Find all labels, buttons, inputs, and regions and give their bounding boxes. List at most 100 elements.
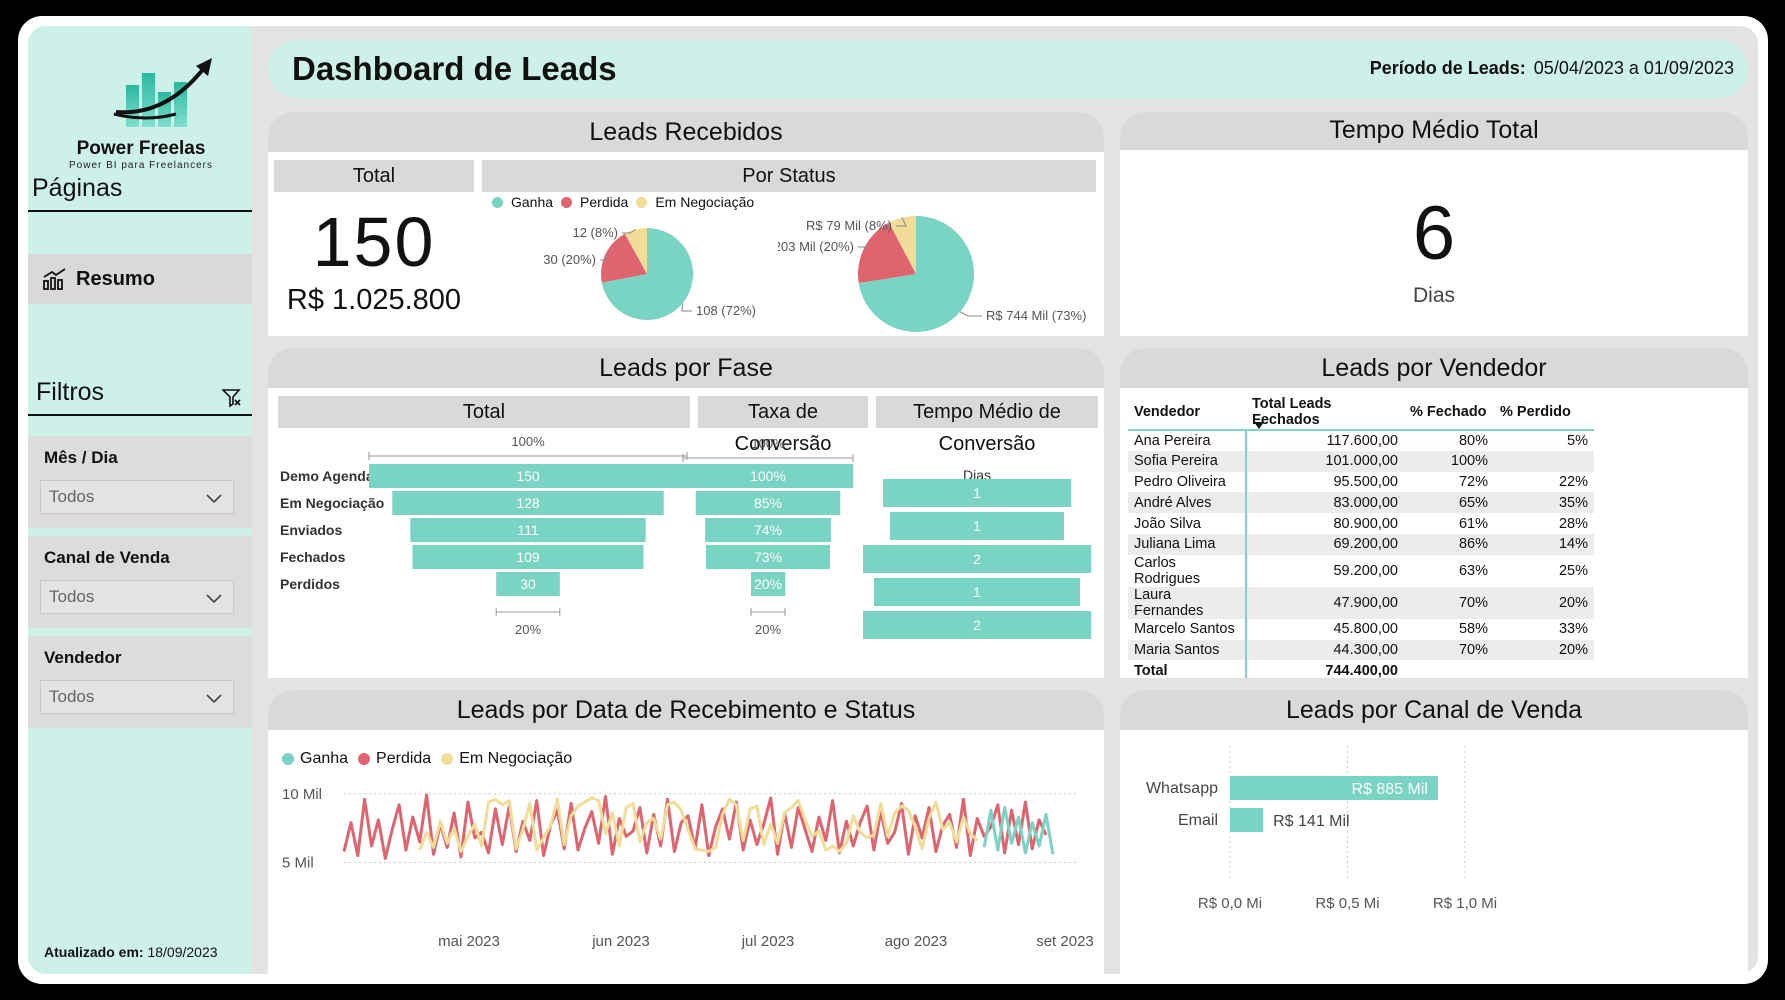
- divider: [28, 414, 252, 416]
- table-cell: 22%: [1558, 473, 1588, 490]
- table-cell: João Silva: [1128, 513, 1247, 534]
- funnel-data-label: 150: [516, 468, 540, 484]
- total-count: 150: [312, 203, 436, 281]
- y-tick-label: 10 Mil: [282, 786, 322, 803]
- page-title: Dashboard de Leads: [292, 50, 617, 87]
- funnel-data-label: 2: [973, 551, 981, 567]
- total-value: 744.400,00: [1325, 662, 1398, 678]
- sidebar: Power Freelas Power BI para Freelancers …: [28, 26, 252, 974]
- pie-data-label: R$ 744 Mil (73%): [986, 308, 1086, 323]
- table-cell: 58%: [1458, 621, 1488, 638]
- funnel-data-label: 74%: [754, 522, 782, 538]
- filter-label: Mês / Dia: [44, 448, 118, 467]
- table-row[interactable]: Carlos Rodrigues 59.200,00 63% 25%: [1128, 554, 1594, 587]
- card-title: Leads por Vendedor: [1120, 348, 1748, 388]
- table-cell: 20%: [1494, 639, 1594, 661]
- card-leads-por-canal: Leads por Canal de Venda R$ 0,0 Mi R$ 0,5…: [1120, 690, 1748, 974]
- table-cell: Carlos Rodrigues: [1128, 554, 1247, 587]
- table-cell: 61%: [1458, 515, 1488, 532]
- card-title: Tempo Médio Total: [1120, 112, 1748, 150]
- x-tick-label: R$ 0,0 Mi: [1198, 895, 1262, 912]
- fase-total-subheader: Total: [278, 396, 690, 428]
- mes-dia-dropdown[interactable]: Todos: [40, 480, 234, 514]
- table-cell: 83.000,00: [1246, 492, 1404, 514]
- x-tick-label: ago 2023: [885, 933, 948, 950]
- table-cell: 86%: [1404, 533, 1494, 555]
- pie-data-label: 12 (8%): [572, 225, 618, 240]
- card-leads-por-data: Leads por Data de Recebimento e Status G…: [268, 690, 1104, 974]
- funnel-data-label: 73%: [754, 549, 782, 565]
- card-title: Leads por Data de Recebimento e Status: [268, 690, 1104, 730]
- funnel-data-label: 1: [973, 518, 981, 534]
- periodo-label: Período de Leads:: [1369, 58, 1526, 78]
- table-row[interactable]: Laura Fernandes 47.900,00 70% 20%: [1128, 586, 1594, 619]
- col-pct-perdido[interactable]: % Perdido: [1494, 394, 1594, 431]
- pie-data-label: 30 (20%): [543, 252, 596, 267]
- divider: [28, 210, 252, 212]
- funnel-top-label: 100%: [511, 434, 545, 449]
- filter-label: Canal de Venda: [44, 548, 170, 567]
- table-row[interactable]: João Silva 80.900,00 61% 28%: [1128, 513, 1594, 534]
- col-total-leads[interactable]: Total Leads Fechados: [1246, 394, 1404, 431]
- pie-chart-value: R$ 744 Mil (73%) R$ 203 Mil (20%) R$ 79 Mi…: [778, 216, 1086, 332]
- funnel-data-label: 1: [973, 485, 981, 501]
- updated-at: Atualizado em: 18/09/2023: [44, 944, 218, 960]
- x-tick-label: jul 2023: [741, 933, 795, 950]
- funnel-data-label: 111: [517, 522, 538, 538]
- legend-dot-negociacao: [636, 196, 648, 208]
- funnel-top-label: 100%: [751, 436, 785, 451]
- pie-leader-line: [959, 311, 982, 317]
- window-frame: Power Freelas Power BI para Freelancers …: [18, 16, 1768, 984]
- x-tick-label: mai 2023: [438, 933, 500, 950]
- table-row[interactable]: Ana Pereira 117.600,00 80% 5%: [1128, 430, 1594, 451]
- funnel-data-label: 85%: [754, 495, 782, 511]
- funnel-bottom-label: 20%: [515, 622, 541, 637]
- table-cell: 28%: [1558, 515, 1588, 532]
- legend-dot-ganha: [492, 196, 503, 208]
- col-pct-fechado[interactable]: % Fechado: [1404, 394, 1494, 431]
- table-row[interactable]: Pedro Oliveira 95.500,00 72% 22%: [1128, 471, 1594, 493]
- canal-bar-chart: R$ 0,0 Mi R$ 0,5 Mi R$ 1,0 Mi Whatsapp R$ 88…: [1146, 746, 1497, 912]
- chevron-down-icon: [206, 494, 222, 504]
- funnel-category-label: Enviados: [280, 522, 342, 538]
- table-cell: 63%: [1458, 562, 1488, 579]
- funnel-category-label: Fechados: [280, 549, 346, 565]
- canal-venda-dropdown[interactable]: Todos: [40, 580, 234, 614]
- table-row[interactable]: Sofia Pereira 101.000,00 100%: [1128, 450, 1594, 472]
- table-row[interactable]: André Alves 83.000,00 65% 35%: [1128, 492, 1594, 514]
- chart-growth-icon: [113, 58, 212, 127]
- table-cell: 70%: [1404, 639, 1494, 661]
- table-row[interactable]: Maria Santos 44.300,00 70% 20%: [1128, 639, 1594, 661]
- vendedor-dropdown[interactable]: Todos: [40, 680, 234, 714]
- total-value: R$ 1.025.800: [286, 284, 462, 316]
- table-row[interactable]: Juliana Lima 69.200,00 86% 14%: [1128, 533, 1594, 555]
- chevron-down-icon: [206, 694, 222, 704]
- table-row[interactable]: Marcelo Santos 45.800,00 58% 33%: [1128, 618, 1594, 640]
- x-tick-label: R$ 1,0 Mi: [1433, 895, 1497, 912]
- brand-logo: Power Freelas Power BI para Freelancers: [56, 40, 226, 171]
- legend-label: Ganha: [300, 750, 349, 767]
- card-title: Leads por Canal de Venda: [1120, 690, 1748, 730]
- table-cell: [1404, 660, 1494, 678]
- funnel-bottom-label: 20%: [755, 622, 781, 637]
- funnel-category-label: Em Negociação: [280, 495, 384, 511]
- card-leads-recebidos: Leads Recebidos Total Por Status 150 R$ …: [268, 112, 1104, 336]
- funnel-charts: Demo AgendadaEm NegociaçãoEnviadosFechad…: [280, 434, 1091, 639]
- nav-item-resumo[interactable]: Resumo: [28, 254, 252, 304]
- line-chart: 10 Mil 5 Mil mai 2023 jun 2023 jul 2023 ago 2…: [282, 786, 1094, 950]
- y-tick-label: 5 Mil: [282, 855, 314, 872]
- clear-filter-icon[interactable]: [222, 388, 242, 408]
- line-legend: Ganha Perdida Em Negociação: [282, 750, 572, 768]
- card-leads-por-fase: Leads por Fase Total Taxa de Conversão T…: [268, 348, 1104, 678]
- table-cell: 69.200,00: [1246, 533, 1404, 555]
- sort-desc-icon: [1254, 422, 1264, 429]
- filter-vendedor: Vendedor Todos: [28, 636, 252, 728]
- funnel-data-label: 109: [516, 549, 540, 565]
- funnel-data-label: 20%: [754, 576, 782, 592]
- col-vendedor[interactable]: Vendedor: [1128, 394, 1246, 431]
- x-tick-label: set 2023: [1036, 933, 1094, 950]
- header-bar: Dashboard de Leads Período de Leads: 05/0…: [268, 40, 1748, 98]
- funnel-bracket-bottom: [750, 608, 786, 616]
- pie-leader-line: [858, 246, 869, 249]
- table-cell: Juliana Lima: [1128, 533, 1247, 555]
